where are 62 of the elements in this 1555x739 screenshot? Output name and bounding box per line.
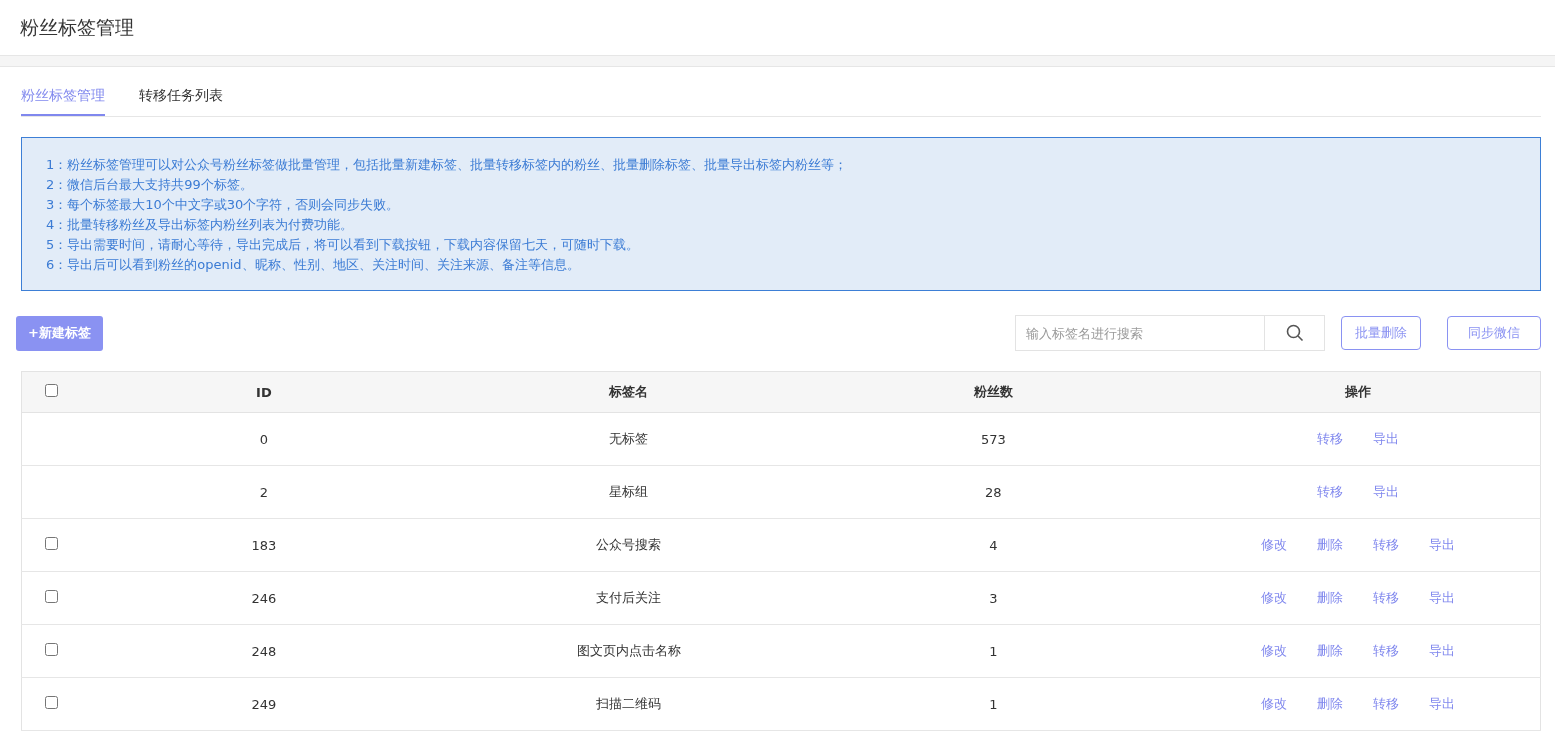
table-cell: 3 xyxy=(811,571,1176,625)
action-button[interactable]: 同步微信 xyxy=(1447,316,1541,350)
row-action-link[interactable]: 转移 xyxy=(1372,589,1399,607)
table-cell: 28 xyxy=(811,465,1176,519)
table-cell: 4 xyxy=(811,518,1176,572)
row-action-link[interactable]: 删除 xyxy=(1316,642,1343,660)
row-checkbox[interactable] xyxy=(45,696,59,709)
row-action-link[interactable]: 删除 xyxy=(1316,695,1343,713)
table-cell: 0 xyxy=(81,412,447,466)
table-cell: 2 xyxy=(81,465,447,519)
notice-line: 1：粉丝标签管理可以对公众号粉丝标签做批量管理，包括批量新建标签、批量转移标签内的粉丝、批量删除标签、批量导出标签内粉丝等； xyxy=(46,156,849,174)
table-cell: 183 xyxy=(81,518,447,572)
table-cell: 1 xyxy=(811,624,1176,678)
notice-line: 6：导出后可以看到粉丝的openid、昵称、性别、地区、关注时间、关注来源、备注等信息。 xyxy=(46,256,581,274)
row-action-link[interactable]: 转移 xyxy=(1316,430,1343,448)
notice-line: 5：导出需要时间，请耐心等待，导出完成后，将可以看到下载按钮，下载内容保留七天，可随时下载。 xyxy=(46,236,641,254)
row-action-link[interactable]: 转移 xyxy=(1372,642,1399,660)
tab[interactable]: 粉丝标签管理 xyxy=(21,85,105,116)
notice-line: 2：微信后台最大支持共99个标签。 xyxy=(46,176,254,194)
search-icon xyxy=(1285,324,1304,342)
table-cell: 支付后关注 xyxy=(446,571,811,625)
column-header: 标签名 xyxy=(446,371,811,413)
row-checkbox[interactable] xyxy=(45,537,59,550)
row-action-link[interactable]: 修改 xyxy=(1260,695,1287,713)
row-action-link[interactable]: 删除 xyxy=(1316,589,1343,607)
row-action-link[interactable]: 转移 xyxy=(1372,536,1399,554)
row-checkbox[interactable] xyxy=(45,590,59,603)
table-cell: 249 xyxy=(81,677,447,731)
column-header: 粉丝数 xyxy=(811,371,1176,413)
row-action-link[interactable]: 修改 xyxy=(1260,642,1287,660)
search-field[interactable]: 输入标签名进行搜索 xyxy=(1015,315,1265,351)
column-header: ID xyxy=(81,371,447,413)
row-action-link[interactable]: 导出 xyxy=(1428,536,1455,554)
column-header: 操作 xyxy=(1175,371,1541,413)
search-button[interactable] xyxy=(1265,315,1325,351)
row-checkbox[interactable] xyxy=(45,643,59,656)
action-button[interactable]: 批量删除 xyxy=(1341,316,1421,350)
row-action-link[interactable]: 导出 xyxy=(1428,642,1455,660)
table-cell: 无标签 xyxy=(446,412,811,466)
table-cell: 573 xyxy=(811,412,1176,466)
tab[interactable]: 转移任务列表 xyxy=(139,85,223,116)
row-action-link[interactable]: 修改 xyxy=(1260,589,1287,607)
table-cell: 扫描二维码 xyxy=(446,677,811,731)
row-action-link[interactable]: 导出 xyxy=(1428,695,1455,713)
table-cell: 246 xyxy=(81,571,447,625)
new-tag-button[interactable]: +新建标签 xyxy=(16,315,103,351)
table-cell: 图文页内点击名称 xyxy=(446,624,811,678)
row-action-link[interactable]: 转移 xyxy=(1316,483,1343,501)
row-action-link[interactable]: 导出 xyxy=(1372,430,1399,448)
row-action-link[interactable]: 导出 xyxy=(1372,483,1399,501)
row-action-link[interactable]: 转移 xyxy=(1372,695,1399,713)
notice-line: 4：批量转移粉丝及导出标签内粉丝列表为付费功能。 xyxy=(46,216,355,234)
page-title: 粉丝标签管理 xyxy=(20,14,134,40)
table-cell: 248 xyxy=(81,624,447,678)
notice-line: 3：每个标签最大10个中文字或30个字符，否则会同步失败。 xyxy=(46,196,401,214)
table-cell: 1 xyxy=(811,677,1176,731)
row-action-link[interactable]: 导出 xyxy=(1428,589,1455,607)
select-all-checkbox[interactable] xyxy=(45,384,59,397)
row-action-link[interactable]: 删除 xyxy=(1316,536,1343,554)
row-action-link[interactable]: 修改 xyxy=(1260,536,1287,554)
table-cell: 公众号搜索 xyxy=(446,518,811,572)
table-cell: 星标组 xyxy=(446,465,811,519)
